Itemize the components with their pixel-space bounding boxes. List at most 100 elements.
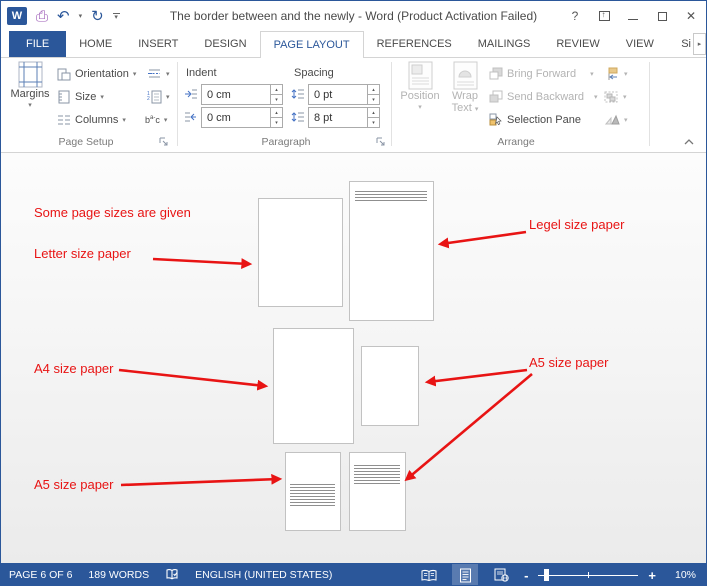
spacing-after-spinner[interactable]: ▴ ▾ — [367, 108, 379, 127]
tab-mailings[interactable]: MAILINGS — [465, 31, 544, 57]
orientation-icon — [57, 68, 71, 80]
orientation-button[interactable]: Orientation ▾ — [57, 63, 136, 84]
read-mode-icon — [421, 569, 437, 581]
page-setup-group-label: Page Setup — [58, 136, 114, 148]
tab-design[interactable]: DESIGN — [191, 31, 259, 57]
language-indicator[interactable]: ENGLISH (UNITED STATES) — [195, 569, 332, 581]
breaks-button[interactable]: ▾ — [147, 63, 170, 84]
quick-access-toolbar: W ⎙ ↶ ▾ ↻ ▾ — [7, 1, 120, 31]
tab-file[interactable]: FILE — [9, 31, 67, 57]
word-count[interactable]: 189 WORDS — [88, 569, 149, 581]
spacing-before-field[interactable]: 0 pt ▴ ▾ — [308, 84, 380, 105]
hyphenation-icon: ba-c — [145, 114, 160, 125]
spacing-before-spinner[interactable]: ▴ ▾ — [367, 85, 379, 104]
customize-qat-icon[interactable]: ▾ — [112, 12, 120, 21]
indent-label: Indent — [186, 66, 217, 79]
annotation-letter[interactable]: Letter size paper — [34, 246, 131, 261]
align-button[interactable]: ▾ — [605, 63, 628, 84]
minimize-icon[interactable] — [622, 5, 644, 27]
page-setup-dialog-launcher-icon[interactable] — [159, 137, 169, 147]
save-icon[interactable]: ⎙ — [36, 9, 48, 24]
size-button[interactable]: Size ▾ — [57, 86, 104, 107]
tab-insert[interactable]: INSERT — [125, 31, 191, 57]
document-canvas[interactable]: Some page sizes are given Letter size pa… — [1, 153, 706, 563]
line-numbers-icon: 1 2 — [147, 90, 162, 103]
bring-forward-icon — [489, 67, 503, 80]
spacing-label: Spacing — [294, 66, 334, 79]
page-letter[interactable] — [258, 198, 343, 307]
tab-references[interactable]: REFERENCES — [364, 31, 465, 57]
position-icon — [408, 61, 432, 90]
spacing-before-icon — [291, 89, 304, 99]
ribbon: Margins ▾ Orientation ▾ Size ▾ Columns ▾… — [1, 58, 706, 153]
scroll-right-icon[interactable]: ▸ — [693, 33, 706, 55]
selection-pane-icon — [489, 113, 502, 126]
rotate-button[interactable]: ▾ — [605, 109, 628, 130]
zoom-slider[interactable] — [538, 564, 639, 585]
page-text-lines — [355, 191, 427, 203]
zoom-out-button[interactable]: - — [524, 568, 528, 583]
close-icon[interactable]: ✕ — [680, 5, 702, 27]
margins-button[interactable]: Margins ▾ — [7, 61, 53, 109]
page-indicator[interactable]: PAGE 6 OF 6 — [9, 569, 72, 581]
indent-left-spinner[interactable]: ▴ ▾ — [270, 85, 282, 104]
undo-icon[interactable]: ↶ — [57, 9, 70, 24]
arrange-group-label: Arrange — [497, 136, 535, 148]
position-button[interactable]: Position ▾ — [398, 61, 442, 111]
annotation-a5-bottom[interactable]: A5 size paper — [34, 477, 114, 492]
web-layout-button[interactable] — [488, 564, 514, 585]
tab-page-layout[interactable]: PAGE LAYOUT — [259, 31, 364, 58]
page-text-lines — [290, 484, 335, 507]
columns-icon — [58, 115, 70, 124]
rotate-objects-icon — [605, 114, 620, 125]
word-logo-icon: W — [7, 7, 27, 25]
spacing-after-icon — [291, 112, 304, 122]
redo-icon[interactable]: ↻ — [91, 9, 104, 24]
page-a5-bottom-right[interactable] — [349, 452, 406, 531]
send-backward-button[interactable]: Send Backward ▾ — [489, 86, 598, 107]
hyphenation-button[interactable]: ba-c ▾ — [145, 109, 167, 130]
page-a5-bottom-left[interactable] — [285, 452, 341, 531]
group-button[interactable]: ▾ — [603, 86, 627, 107]
tab-home[interactable]: HOME — [66, 31, 125, 57]
line-numbers-button[interactable]: 1 2 ▾ — [147, 86, 170, 107]
annotation-a5-right[interactable]: A5 size paper — [529, 355, 609, 370]
page-legal[interactable] — [349, 181, 434, 321]
zoom-in-button[interactable]: + — [648, 568, 656, 583]
tab-review[interactable]: REVIEW — [543, 31, 612, 57]
proofing-errors-icon[interactable] — [165, 568, 179, 582]
collapse-ribbon-icon[interactable] — [684, 138, 694, 146]
word-window: W ⎙ ↶ ▾ ↻ ▾ The border between and the n… — [0, 0, 707, 586]
bring-forward-button[interactable]: Bring Forward ▾ — [489, 63, 594, 84]
read-mode-button[interactable] — [416, 564, 442, 585]
wrap-text-icon — [453, 61, 477, 90]
help-icon[interactable]: ? — [564, 5, 586, 27]
page-a5-middle[interactable] — [361, 346, 419, 426]
columns-button[interactable]: Columns ▾ — [57, 109, 126, 130]
page-a4[interactable] — [273, 328, 354, 444]
wrap-text-button[interactable]: Wrap Text ▾ — [445, 61, 485, 114]
ribbon-display-options-icon[interactable] — [593, 5, 615, 27]
indent-right-spinner[interactable]: ▴ ▾ — [270, 108, 282, 127]
annotation-intro[interactable]: Some page sizes are given — [34, 205, 191, 220]
selection-pane-button[interactable]: Selection Pane — [489, 109, 581, 130]
page-text-lines — [354, 465, 400, 486]
indent-right-icon — [185, 112, 196, 122]
tab-view[interactable]: VIEW — [613, 31, 667, 57]
maximize-icon[interactable] — [651, 5, 673, 27]
group-objects-icon — [604, 91, 618, 102]
indent-left-field[interactable]: 0 cm ▴ ▾ — [201, 84, 283, 105]
breaks-icon — [148, 69, 160, 78]
zoom-level[interactable]: 10% — [666, 569, 696, 581]
annotation-a4[interactable]: A4 size paper — [34, 361, 114, 376]
window-controls: ? ✕ — [564, 1, 702, 31]
print-layout-button[interactable] — [452, 564, 479, 585]
paragraph-dialog-launcher-icon[interactable] — [376, 137, 386, 147]
spacing-after-field[interactable]: 8 pt ▴ ▾ — [308, 107, 380, 128]
indent-right-field[interactable]: 0 cm ▴ ▾ — [201, 107, 283, 128]
undo-dropdown-icon[interactable]: ▾ — [79, 12, 83, 20]
sign-in-truncated[interactable]: Si ▸ — [681, 31, 706, 57]
zoom-slider-thumb[interactable] — [544, 569, 550, 581]
title-bar: W ⎙ ↶ ▾ ↻ ▾ The border between and the n… — [1, 1, 706, 31]
annotation-legal[interactable]: Legel size paper — [529, 217, 624, 232]
